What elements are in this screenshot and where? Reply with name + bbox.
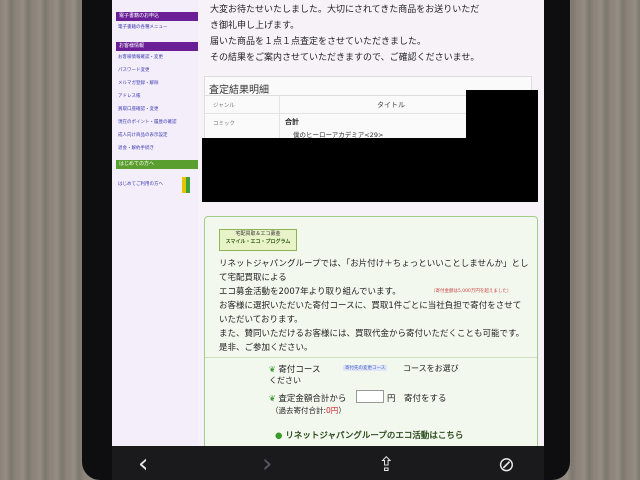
sidebar-item-mailmag[interactable]: メルマガ登録・解除 — [118, 80, 159, 86]
donation-amount-unit: 円 寄付をする — [387, 394, 447, 404]
sidebar-section-customer: お客様情報 — [116, 42, 198, 51]
eco-paragraph-4: お客様に選択いただいた寄付コースに、買取1件ごとに当社負担で寄付をさせて — [219, 301, 522, 311]
bullet-icon: ● — [275, 431, 283, 441]
eco-paragraph-5: いただいております。 — [219, 315, 303, 325]
intro-line-3: 届いた商品を１点１点査定をさせていただきました。 — [210, 37, 427, 47]
sidebar-item-ebook-menu[interactable]: 電子書籍の各種メニュー — [118, 24, 168, 30]
compass-icon[interactable]: ⊘ — [498, 454, 515, 474]
column-genre: ジャンル — [213, 103, 235, 109]
intro-line-2: き御礼申し上げます。 — [210, 21, 300, 31]
eco-paragraph-3: エコ募金活動を2007年より取り組んでいます。 — [219, 287, 401, 297]
sidebar-item-points[interactable]: 現在のポイント・履歴の確認 — [118, 119, 177, 125]
donation-course-label: ❦ 寄付コース — [269, 365, 321, 375]
assessment-title: 査定結果明細 — [209, 85, 269, 96]
browser-screen: 電子書籍のお申込 電子書籍の各種メニュー お客様情報 お客様情報確認・変更 パス… — [112, 0, 544, 446]
eco-donation-note: （寄付金額は5,000万円を超えました） — [431, 289, 512, 294]
row-total-label: 合計 — [285, 118, 299, 126]
donation-course-select[interactable]: 寄付先の変更コース — [343, 365, 388, 371]
sidebar-item-withdraw[interactable]: 退会・解約手続き — [118, 145, 154, 151]
leaf-icon: ❦ — [269, 394, 276, 403]
donation-history: （過去寄付合計:0円） — [271, 406, 346, 415]
redacted-area — [466, 90, 538, 202]
column-title: タイトル — [377, 101, 405, 109]
donation-amount-input[interactable] — [356, 390, 384, 403]
donation-amount-label: ❦ 査定金額合計から — [269, 394, 347, 404]
browser-toolbar: ‹ › ⇪ ⊘ — [112, 446, 544, 480]
sidebar-section-ebook: 電子書籍のお申込 — [116, 12, 198, 21]
leaf-icon: ❦ — [269, 365, 276, 374]
intro-line-4: その結果をご案内させていただきますので、ご確認くださいませ。 — [210, 53, 480, 63]
eco-paragraph-1: リネットジャパングループでは、「お片付け＋ちょっといいことしませんか」とし — [219, 259, 529, 269]
sidebar-item-adult[interactable]: 成人向け商品の表示設定 — [118, 132, 168, 138]
sidebar-item-password[interactable]: パスワード変更 — [118, 67, 150, 73]
donation-course-suffix-2: ください — [269, 376, 301, 385]
beginner-mark-icon — [182, 177, 190, 193]
sidebar: 電子書籍のお申込 電子書籍の各種メニュー お客様情報 お客様情報確認・変更 パス… — [112, 0, 198, 446]
intro-line-1: 大変お待たせいたしました。大切にされてきた商品をお送りいただ — [210, 5, 480, 15]
redacted-area — [202, 138, 466, 202]
share-button[interactable]: ⇪ — [378, 454, 395, 474]
row-genre: コミック — [213, 121, 236, 127]
sidebar-section-beginner: はじめての方へ — [116, 160, 198, 169]
sidebar-item-account[interactable]: お客様情報確認・変更 — [118, 54, 163, 60]
back-button[interactable]: ‹ — [138, 451, 148, 477]
sidebar-item-bank[interactable]: 買取口座確認・変更 — [118, 106, 159, 112]
eco-program-logo: 宅配買取＆エコ募金 スマイル・エコ・プログラム — [219, 229, 297, 251]
eco-program-panel: 宅配買取＆エコ募金 スマイル・エコ・プログラム リネットジャパングループでは、「… — [204, 216, 538, 446]
eco-paragraph-7: 是非、ご参加ください。 — [219, 343, 313, 353]
sidebar-item-address[interactable]: アドレス帳 — [118, 93, 141, 99]
donation-course-suffix: コースをお選び — [403, 364, 459, 373]
sidebar-item-beginner[interactable]: はじめてご利用の方へ — [118, 181, 163, 187]
forward-button[interactable]: › — [262, 451, 272, 477]
eco-paragraph-2: て宅配買取による — [219, 273, 287, 283]
eco-activity-link[interactable]: ● リネットジャパングループのエコ活動はこちら — [275, 429, 463, 441]
eco-paragraph-6: また、賛同いただけるお客様には、買取代金から寄付いただくことも可能です。 — [219, 329, 525, 339]
